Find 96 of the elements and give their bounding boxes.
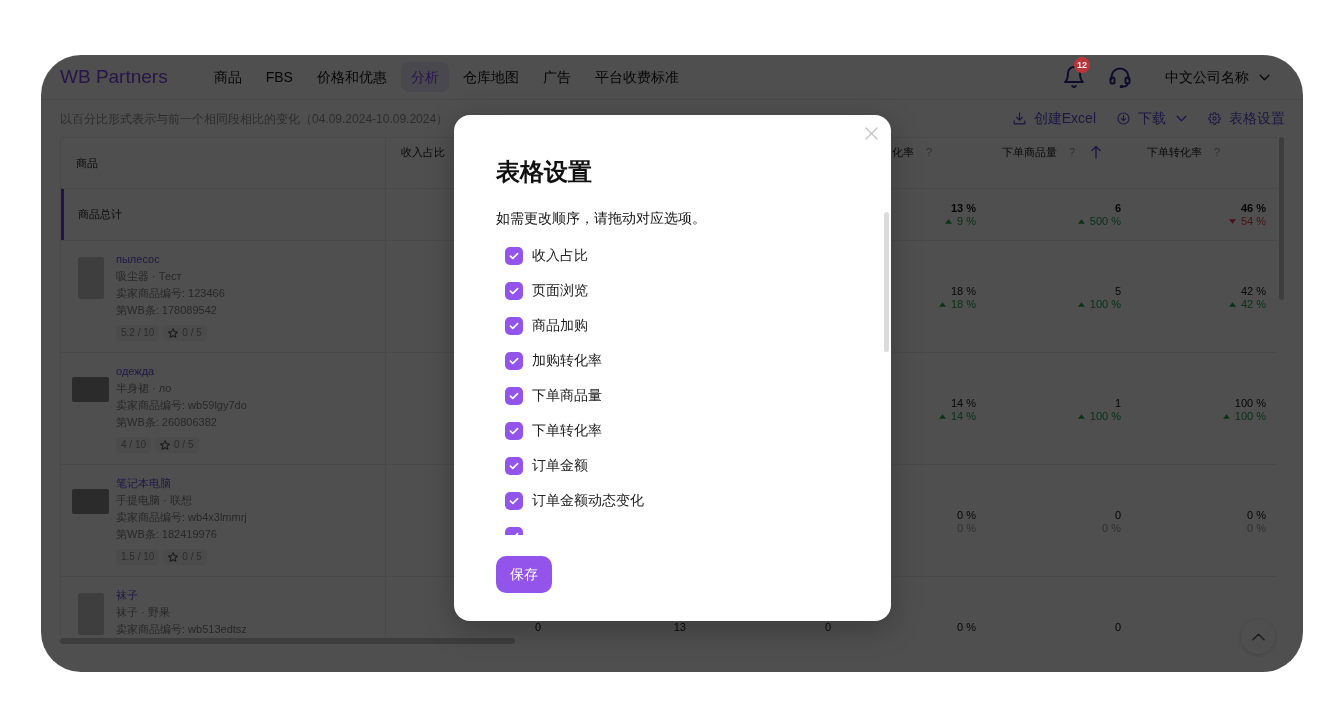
triangle-up-icon: [938, 302, 946, 307]
option-label: 下单转化率: [532, 421, 602, 440]
change-value: 18 %: [950, 298, 976, 311]
change-value: 100 %: [1234, 410, 1266, 423]
download-circle-icon: [1117, 112, 1130, 125]
star-icon: [160, 440, 171, 450]
help-icon[interactable]: ?: [1214, 145, 1221, 159]
option-label: 商品加购: [532, 316, 588, 335]
check-icon: [509, 286, 519, 295]
option-label: 下单商品量: [532, 386, 602, 405]
nav-tab[interactable]: FBS: [255, 62, 303, 92]
settings-icon: [1208, 112, 1221, 125]
save-button[interactable]: 保存: [496, 556, 552, 593]
cell-value: 0 %: [957, 509, 976, 522]
cell-value: 0: [1114, 509, 1121, 522]
cell-value: 5: [1114, 285, 1121, 298]
cell-value: 14 %: [950, 397, 976, 410]
dialog-title: 表格设置: [496, 157, 592, 187]
checkbox[interactable]: [505, 281, 523, 300]
nav-tab[interactable]: 广告: [532, 62, 581, 92]
change-value: 100 %: [1089, 298, 1121, 311]
nav-tab[interactable]: 仓库地图: [452, 62, 529, 92]
change-value: 42 %: [1240, 298, 1266, 311]
check-icon: [509, 356, 519, 365]
checkbox[interactable]: [505, 421, 523, 440]
star-icon: [168, 552, 179, 562]
checkbox[interactable]: [505, 456, 523, 475]
support-button[interactable]: [1109, 66, 1131, 88]
total-label: 商品总计: [78, 207, 122, 223]
check-icon: [509, 461, 519, 470]
triangle-up-icon: [1228, 302, 1236, 307]
notifications-button[interactable]: [1064, 66, 1084, 88]
column-header: 下单商品量: [1002, 145, 1057, 159]
triangle-up-icon: [1077, 302, 1085, 307]
cell-value: 6: [1114, 201, 1121, 215]
checkbox[interactable]: [505, 491, 523, 510]
checkbox[interactable]: [505, 246, 523, 265]
cell-value: 13 %: [950, 201, 976, 215]
option-label: 页面浏览: [532, 281, 588, 300]
cell-value: 46 %: [1240, 201, 1266, 215]
nav-tab[interactable]: 平台收费标准: [584, 62, 689, 92]
triangle-up-icon: [1077, 414, 1085, 419]
photo-placeholder: [72, 489, 109, 514]
cell-value: 42 %: [1240, 285, 1266, 298]
account-menu[interactable]: 中文公司名称: [1165, 66, 1270, 88]
check-icon: [509, 251, 519, 260]
column-header: 化率: [892, 145, 914, 159]
cell-value: 100 %: [1234, 397, 1266, 410]
dialog-scrollbar[interactable]: [884, 212, 889, 352]
checkbox[interactable]: [505, 351, 523, 370]
check-icon: [509, 426, 519, 435]
option-label: 加购转化率: [532, 351, 602, 370]
triangle-up-icon: [1077, 218, 1085, 224]
notification-badge: 12: [1074, 57, 1090, 73]
nav-tab[interactable]: 价格和优惠: [306, 62, 397, 92]
change-value: 500 %: [1089, 214, 1121, 228]
dialog-hint: 如需更改顺序，请拖动对应选项。: [496, 209, 706, 228]
column-header: 下单转化率: [1147, 145, 1202, 159]
headset-icon: [1109, 66, 1131, 88]
star-icon: [168, 328, 179, 338]
option-label: 收入占比: [532, 246, 588, 265]
cell-value: 18 %: [950, 285, 976, 298]
total-row-marker: [61, 189, 64, 240]
checkbox[interactable]: [505, 386, 523, 405]
cell-value: 0 %: [1247, 509, 1266, 522]
column-header: 收入占比: [401, 145, 445, 159]
change-value: 100 %: [1089, 410, 1121, 423]
close-icon: [865, 127, 878, 140]
change-value: 9 %: [957, 214, 976, 228]
check-icon: [509, 496, 519, 505]
checkbox[interactable]: [505, 316, 523, 335]
photo-placeholder: [72, 377, 109, 402]
triangle-up-icon: [1222, 414, 1230, 419]
triangle-up-icon: [945, 218, 953, 224]
help-icon[interactable]: ?: [1069, 145, 1076, 159]
triangle-down-icon: [1228, 218, 1236, 224]
bell-icon: [1064, 66, 1084, 88]
option-label: 订单金额: [532, 456, 588, 475]
cell-value: 0 %: [957, 621, 976, 634]
download-icon: [1012, 112, 1026, 125]
chevron-up-icon: [1251, 633, 1265, 641]
cell-value: 0: [1114, 621, 1121, 634]
cell-value: 1: [1114, 397, 1121, 410]
check-icon: [509, 321, 519, 330]
change-value: 54 %: [1240, 214, 1266, 228]
cell-value: 13: [673, 621, 686, 634]
logo[interactable]: WB Partners: [60, 62, 168, 92]
help-icon[interactable]: ?: [926, 145, 933, 159]
option-label: 订单金额动态变化: [532, 491, 644, 510]
chevron-down-icon: [1259, 73, 1270, 81]
column-header: 商品: [76, 156, 98, 170]
check-icon: [509, 391, 519, 400]
chevron-down-icon: [1176, 115, 1187, 122]
triangle-up-icon: [938, 414, 946, 419]
change-value: 14 %: [950, 410, 976, 423]
nav-tab[interactable]: 商品: [203, 62, 252, 92]
